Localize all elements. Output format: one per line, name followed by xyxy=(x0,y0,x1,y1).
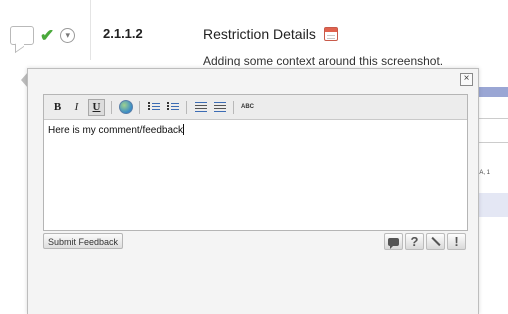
italic-button[interactable]: I xyxy=(69,100,84,115)
bulleted-list-icon xyxy=(166,102,179,112)
rich-text-editor: B I U ABC Here is my comment/feedback xyxy=(43,94,468,231)
chevron-circle-icon[interactable]: ▾ xyxy=(60,28,76,43)
requirement-row: ✔ ▾ 2.1.1.2 Restriction Details Adding s… xyxy=(0,0,508,70)
bulleted-list-button[interactable] xyxy=(165,100,180,115)
feedback-type-icons: ? ! xyxy=(384,233,466,250)
comment-text: Here is my comment/feedback xyxy=(48,125,184,136)
indent-icon xyxy=(213,102,226,112)
section-title-text: Restriction Details xyxy=(203,26,316,42)
toolbar-divider xyxy=(233,100,234,114)
toolbar-divider xyxy=(186,100,187,114)
numbered-list-button[interactable] xyxy=(146,100,161,115)
issue-type-button[interactable]: ! xyxy=(447,233,466,250)
close-button[interactable]: × xyxy=(460,73,473,86)
pen-icon xyxy=(430,236,441,247)
outdent-icon xyxy=(194,102,207,112)
peek-bar xyxy=(476,87,508,97)
edit-type-button[interactable] xyxy=(426,233,445,250)
peek-divider xyxy=(476,142,508,143)
toolbar-divider xyxy=(139,100,140,114)
outdent-button[interactable] xyxy=(193,100,208,115)
comment-icon xyxy=(388,237,399,249)
feedback-popup: × B I U ABC Here is my comment/feedback … xyxy=(27,68,479,314)
submit-feedback-button[interactable]: Submit Feedback xyxy=(43,233,124,249)
section-description: Adding some context around this screensh… xyxy=(203,54,444,66)
toolbar-divider xyxy=(111,100,112,114)
column-divider xyxy=(90,0,91,60)
editor-toolbar: B I U ABC xyxy=(44,95,467,120)
peek-divider xyxy=(476,118,508,119)
comment-type-button[interactable] xyxy=(384,233,403,250)
help-icon: ? xyxy=(410,234,419,249)
comment-textarea[interactable]: Here is my comment/feedback xyxy=(44,120,467,140)
comment-bubble-icon[interactable] xyxy=(10,26,34,45)
text-caret xyxy=(183,124,185,135)
indent-button[interactable] xyxy=(212,100,227,115)
alert-icon: ! xyxy=(454,234,459,249)
question-type-button[interactable]: ? xyxy=(405,233,424,250)
calendar-icon[interactable] xyxy=(323,27,338,41)
bold-button[interactable]: B xyxy=(50,100,65,115)
spellcheck-button[interactable]: ABC xyxy=(240,100,255,115)
underline-button[interactable]: U xyxy=(88,98,105,116)
spellcheck-icon: ABC xyxy=(241,104,254,110)
section-number: 2.1.1.2 xyxy=(103,26,143,41)
globe-icon xyxy=(118,100,133,114)
peek-panel xyxy=(476,193,508,217)
row-icons: ✔ ▾ xyxy=(10,26,76,45)
checkmark-icon[interactable]: ✔ xyxy=(40,27,54,44)
section-title: Restriction Details xyxy=(203,26,338,42)
peek-text: eA, 1 xyxy=(476,170,491,176)
numbered-list-icon xyxy=(147,102,160,112)
popup-footer: Submit Feedback ? ! xyxy=(43,233,468,253)
insert-link-button[interactable] xyxy=(118,100,133,115)
